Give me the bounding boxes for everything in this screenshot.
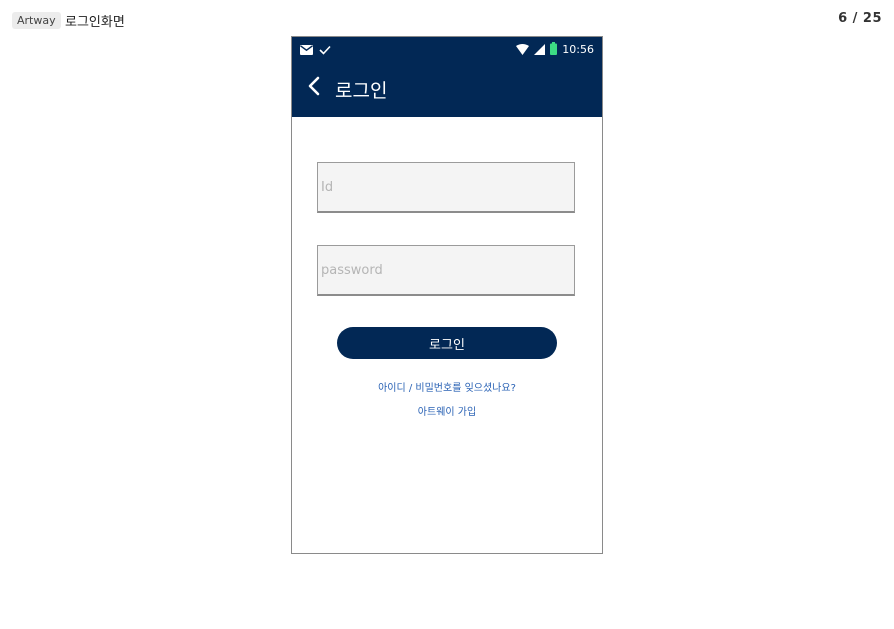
app-bar: 로그인 <box>292 59 602 117</box>
battery-icon <box>550 40 558 59</box>
project-tag: Artway <box>12 12 61 29</box>
login-button[interactable]: 로그인 <box>337 327 557 359</box>
mail-icon <box>300 40 313 59</box>
forgot-credentials-link[interactable]: 아이디 / 비밀번호를 잊으셨나요? <box>292 379 602 394</box>
page-counter: 6 / 25 <box>838 11 882 26</box>
page: Artway 로그인화면 6 / 25 10:56 로그인 Id 로그인 아이디… <box>0 0 894 629</box>
status-bar: 10:56 <box>292 37 602 59</box>
status-time: 10:56 <box>562 43 594 56</box>
wifi-icon <box>516 40 530 59</box>
id-input[interactable] <box>317 162 575 213</box>
app-bar-title: 로그인 <box>335 80 388 102</box>
join-link[interactable]: 아트웨이 가입 <box>292 403 602 418</box>
check-icon <box>319 40 331 59</box>
status-left-icons <box>300 40 331 59</box>
status-right-icons: 10:56 <box>516 40 594 59</box>
phone-frame: 10:56 로그인 로그인 아이디 / 비밀번호를 잊으셨나요? 아트웨이 가입 <box>291 36 603 554</box>
signal-icon <box>534 40 546 59</box>
chevron-left-icon <box>307 76 321 100</box>
back-button[interactable] <box>300 73 328 103</box>
password-input[interactable] <box>317 245 575 296</box>
screen-title: 로그인화면 <box>65 15 125 30</box>
